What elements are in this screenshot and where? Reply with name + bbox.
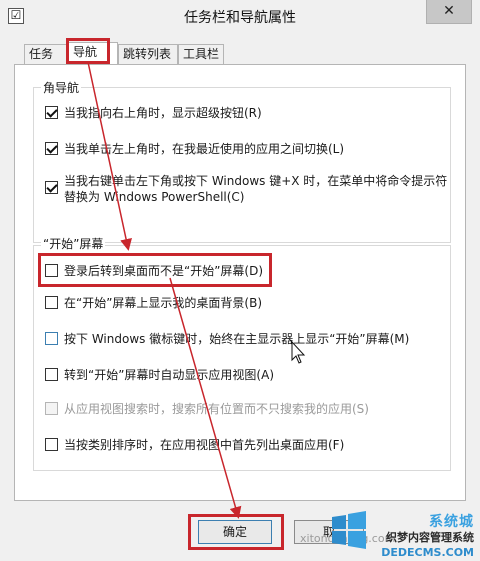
- option-label: 从应用视图搜索时，搜索所有位置而不只搜索我的应用(S): [64, 402, 369, 416]
- title-bar: ☑ 任务栏和导航属性 ✕: [0, 0, 480, 36]
- option-search-everywhere: 从应用视图搜索时，搜索所有位置而不只搜索我的应用(S): [45, 401, 369, 417]
- checkbox-show-charms[interactable]: [45, 106, 58, 119]
- checkbox-show-apps-view[interactable]: [45, 368, 58, 381]
- tab-taskbar[interactable]: 任务栏: [24, 44, 68, 79]
- highlight-ok-button: [188, 514, 284, 550]
- option-powershell[interactable]: 当我右键单击左下角或按下 Windows 键+X 时，在菜单中将命令提示符 替换…: [45, 173, 447, 205]
- watermark-line2: 织梦内容管理系统: [386, 531, 474, 544]
- checkbox-powershell[interactable]: [45, 181, 58, 194]
- close-button[interactable]: ✕: [426, 0, 472, 24]
- option-desktop-apps-first[interactable]: 当按类别排序时，在应用视图中首先列出桌面应用(F): [45, 437, 344, 453]
- option-start-on-main-display[interactable]: 按下 Windows 徽标键时，始终在主显示器上显示“开始”屏幕(M): [45, 331, 409, 347]
- watermark-line3: DEDECMS.COM: [381, 546, 474, 559]
- checkbox-desktop-apps-first[interactable]: [45, 438, 58, 451]
- window-title: 任务栏和导航属性: [184, 10, 296, 26]
- option-label: 当按类别排序时，在应用视图中首先列出桌面应用(F): [64, 438, 345, 452]
- corner-nav-legend: 角导航: [41, 79, 82, 96]
- windows-logo-icon: [332, 511, 366, 549]
- option-label: 当我指向右上角时，显示超级按钮(R): [64, 106, 262, 120]
- checkbox-desktop-background[interactable]: [45, 296, 58, 309]
- option-label-line1: 当我右键单击左下角或按下 Windows 键+X 时，在菜单中将命令提示符: [64, 174, 448, 188]
- tab-toolbars[interactable]: 工具栏: [178, 44, 224, 64]
- checkbox-start-on-main-display[interactable]: [45, 332, 58, 345]
- option-switch-apps[interactable]: 当我单击左上角时，在我最近使用的应用之间切换(L): [45, 141, 344, 157]
- checkbox-switch-apps[interactable]: [45, 142, 58, 155]
- highlight-go-to-desktop: [38, 253, 272, 287]
- checkbox-search-everywhere: [45, 402, 58, 415]
- option-label: 当我单击左上角时，在我最近使用的应用之间切换(L): [64, 142, 345, 156]
- start-screen-legend: “开始”屏幕: [41, 235, 106, 252]
- option-show-apps-view[interactable]: 转到“开始”屏幕时自动显示应用视图(A): [45, 367, 274, 383]
- option-label: 当我右键单击左下角或按下 Windows 键+X 时，在菜单中将命令提示符 替换…: [64, 173, 447, 205]
- option-label: 转到“开始”屏幕时自动显示应用视图(A): [64, 368, 275, 382]
- option-show-charms[interactable]: 当我指向右上角时，显示超级按钮(R): [45, 105, 262, 121]
- option-label-line2: 替换为 Windows PowerShell(C): [64, 190, 245, 204]
- watermark-line1: 系统城: [429, 514, 474, 530]
- watermark-logo: 系统城 织梦内容管理系统 DEDECMS.COM: [330, 499, 480, 561]
- option-desktop-background[interactable]: 在“开始”屏幕上显示我的桌面背景(B): [45, 295, 262, 311]
- close-icon: ✕: [443, 3, 455, 19]
- option-label: 在“开始”屏幕上显示我的桌面背景(B): [64, 296, 263, 310]
- tab-jump-lists[interactable]: 跳转列表: [118, 44, 178, 64]
- option-label: 按下 Windows 徽标键时，始终在主显示器上显示“开始”屏幕(M): [64, 332, 410, 346]
- highlight-tab-navigation: [66, 38, 110, 64]
